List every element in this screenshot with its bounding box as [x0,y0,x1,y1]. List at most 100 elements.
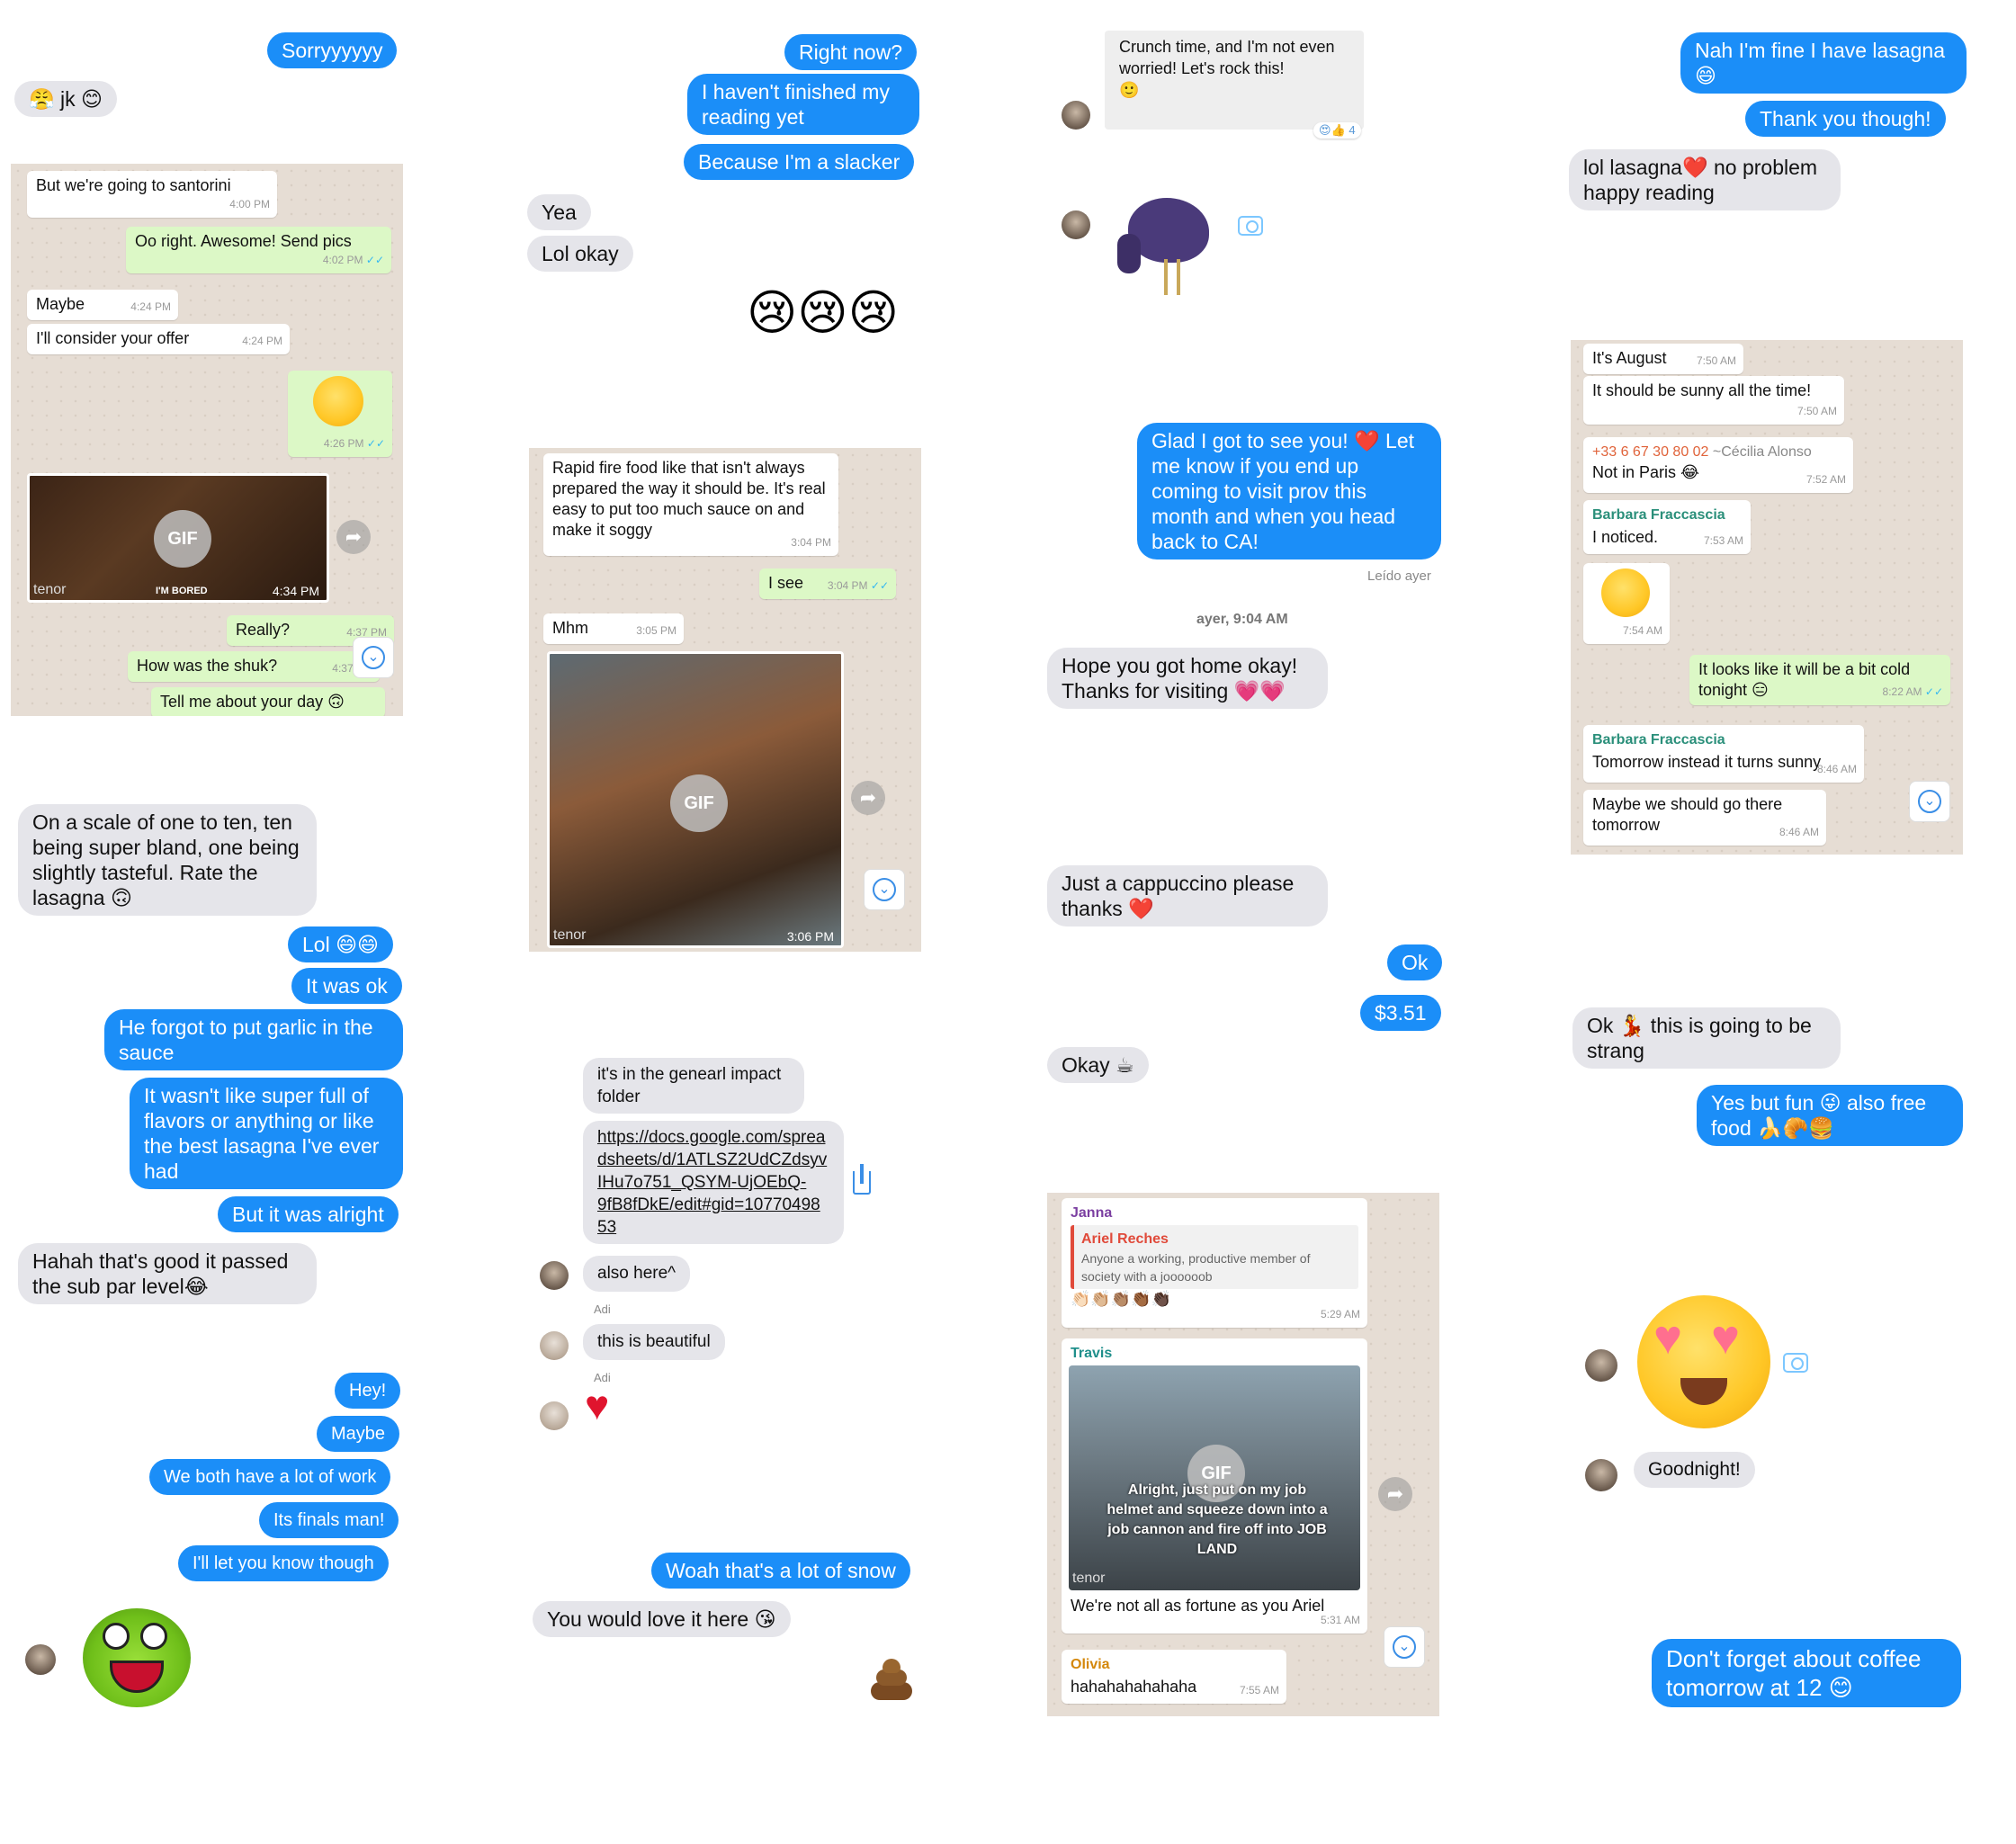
chat-collage: Sorryyyyyy 😤 jk 😊 But we're going to san… [0,0,2016,1844]
message-bubble-received: Ok 💃 this is going to be strang [1572,1007,1841,1069]
avatar [1062,101,1090,130]
timestamp: ayer, 9:04 AM [1196,612,1288,627]
tenor-label: tenor [1072,1571,1106,1586]
message-bubble-received: Hahah that's good it passed the sub par … [18,1243,317,1304]
avatar [540,1331,569,1360]
chevron-down-icon: ⌄ [1918,790,1941,813]
heart-icon: ♥ [585,1382,610,1428]
message-bubble-received: Hope you got home okay! Thanks for visit… [1047,648,1328,709]
om-nom-sticker [83,1608,191,1707]
gif-play-icon[interactable]: GIF [154,510,211,568]
message-bubble-received: Okay ☕ [1047,1047,1149,1083]
tenor-label: tenor [33,582,67,597]
whatsapp-panel: Rapid fire food like that isn't always p… [529,448,921,952]
avatar [25,1644,56,1675]
scroll-down-button[interactable]: ⌄ [1384,1626,1425,1668]
message-bubble-sent: Glad I got to see you! ❤️ Let me know if… [1137,423,1441,559]
message-bubble-received: lol lasagna❤️ no problem happy reading [1569,149,1841,210]
forward-icon[interactable]: ➦ [851,781,885,815]
emoji-message: 7:54 AM [1583,563,1670,644]
chat-message: Barbara Fraccascia Tomorrow instead it t… [1583,725,1864,783]
avatar [1062,210,1090,239]
chat-message: Maybe we should go there tomorrow 8:46 AM [1583,790,1826,846]
tongue-out-emoji-icon [313,376,363,426]
reaction-badge[interactable]: 😍👍 4 [1313,122,1361,139]
message-bubble-sent: Lol 😄😄 [288,926,394,962]
message-bubble-sent: He forgot to put garlic in the sauce [104,1009,403,1070]
chat-message: Olivia hahahahahahaha 7:55 AM [1062,1650,1286,1704]
read-receipt: Leído ayer [1367,568,1431,584]
chat-message: Maybe 4:24 PM [27,290,178,320]
message-bubble-sent: It wasn't like super full of flavors or … [130,1078,403,1189]
chat-message: +33 6 67 30 80 02 ~Cécilia Alonso Not in… [1583,437,1853,493]
avatar [1585,1459,1617,1491]
gif-time: 4:34 PM [272,584,319,598]
message-bubble-received: On a scale of one to ten, ten being supe… [18,804,317,916]
unamused-emoji-icon [1601,568,1650,617]
gif-message[interactable]: GIF Alright, just put on my job helmet a… [1069,1365,1360,1590]
message-bubble-received: also here^ [583,1256,691,1292]
camera-icon[interactable] [1238,216,1263,236]
chat-message-out: It looks like it will be a bit cold toni… [1689,655,1950,705]
chat-message-out: I see 3:04 PM ✓✓ [759,568,896,599]
emoji-message: 4:26 PM ✓✓ [288,371,392,457]
message-bubble-received: Goodnight! [1634,1452,1755,1488]
chevron-down-icon: ⌄ [873,878,896,901]
chat-message: Barbara Fraccascia I noticed. 7:53 AM [1583,500,1751,554]
chat-message-out: How was the shuk?4:37 PM [128,651,380,682]
avatar [1585,1349,1617,1382]
message-bubble-received: Lol okay [527,236,633,272]
message-bubble-received: this is beautiful [583,1324,725,1360]
bird-sticker [1112,189,1220,297]
message-bubble-received: You would love it here 😘 [533,1601,791,1637]
chat-message: It should be sunny all the time! 7:50 AM [1583,376,1844,425]
link-message[interactable]: https://docs.google.com/spreadsheets/d/1… [583,1121,844,1244]
message-bubble-sent: Because I'm a slacker [684,144,915,180]
chat-message: Janna Ariel Reches Anyone a working, pro… [1062,1198,1367,1328]
poop-emoji-icon [869,1657,914,1702]
heart-eyes-emoji-icon: ♥ ♥ [1637,1295,1770,1428]
message-bubble-sent: I haven't finished my reading yet [687,74,919,135]
scroll-down-button[interactable]: ⌄ [864,869,905,910]
camera-icon[interactable] [1783,1353,1808,1373]
message-bubble-sent: Hey! [335,1373,401,1409]
scroll-down-button[interactable]: ⌄ [1909,781,1950,822]
gif-message[interactable]: GIF tenor I'M BORED 4:34 PM [27,473,329,603]
chat-message: Travis GIF Alright, just put on my job h… [1062,1338,1367,1634]
message-bubble-sent: We both have a lot of work [149,1459,391,1495]
message-bubble-sent: Thank you though! [1745,101,1946,137]
message-bubble-sent: Don't forget about coffee tomorrow at 12… [1652,1639,1961,1707]
gif-play-icon[interactable]: GIF [670,774,728,832]
avatar [540,1401,569,1430]
share-icon-arrow [860,1164,864,1184]
gif-caption: I'M BORED [156,586,208,596]
tenor-label: tenor [553,927,587,943]
chat-message: Rapid fire food like that isn't always p… [543,453,838,556]
message-bubble-sent: Woah that's a lot of snow [651,1553,910,1589]
link[interactable]: https://docs.google.com/spreadsheets/d/1… [597,1128,827,1237]
message-bubble-received: Crunch time, and I'm not even worried! L… [1105,31,1364,130]
message-bubble-sent: Its finals man! [259,1502,399,1538]
forward-icon[interactable]: ➦ [336,520,371,554]
message-bubble-received: Yea [527,194,591,230]
gif-message[interactable]: GIF tenor 3:06 PM [547,651,844,948]
chat-message-out: Oo right. Awesome! Send pics 4:02 PM ✓✓ [126,227,391,273]
forward-icon[interactable]: ➦ [1378,1477,1412,1511]
gif-time: 3:06 PM [786,929,834,944]
message-bubble-sent: Right now? [784,34,918,70]
chat-message-out: Tell me about your day 🙃 [151,687,385,716]
whatsapp-panel: It's August 7:50 AM It should be sunny al… [1571,340,1963,855]
message-bubble-received: Just a cappuccino please thanks ❤️ [1047,865,1328,926]
crying-emoji-icon: 😢😢😢 [747,286,899,340]
chat-message: Mhm 3:05 PM [543,613,684,644]
scroll-down-button[interactable]: ⌄ [353,637,394,678]
message-bubble-sent: Maybe [317,1416,400,1452]
message-bubble-sent: But it was alright [218,1196,399,1232]
sender-name: Adi [594,1302,611,1316]
message-bubble-sent: I'll let you know though [178,1545,389,1581]
chat-message: It's August 7:50 AM [1583,344,1743,374]
message-bubble-sent: Ok [1387,944,1443,980]
avatar [540,1261,569,1290]
chat-message: I'll consider your offer 4:24 PM [27,324,290,354]
message-bubble-sent: It was ok [291,968,402,1004]
